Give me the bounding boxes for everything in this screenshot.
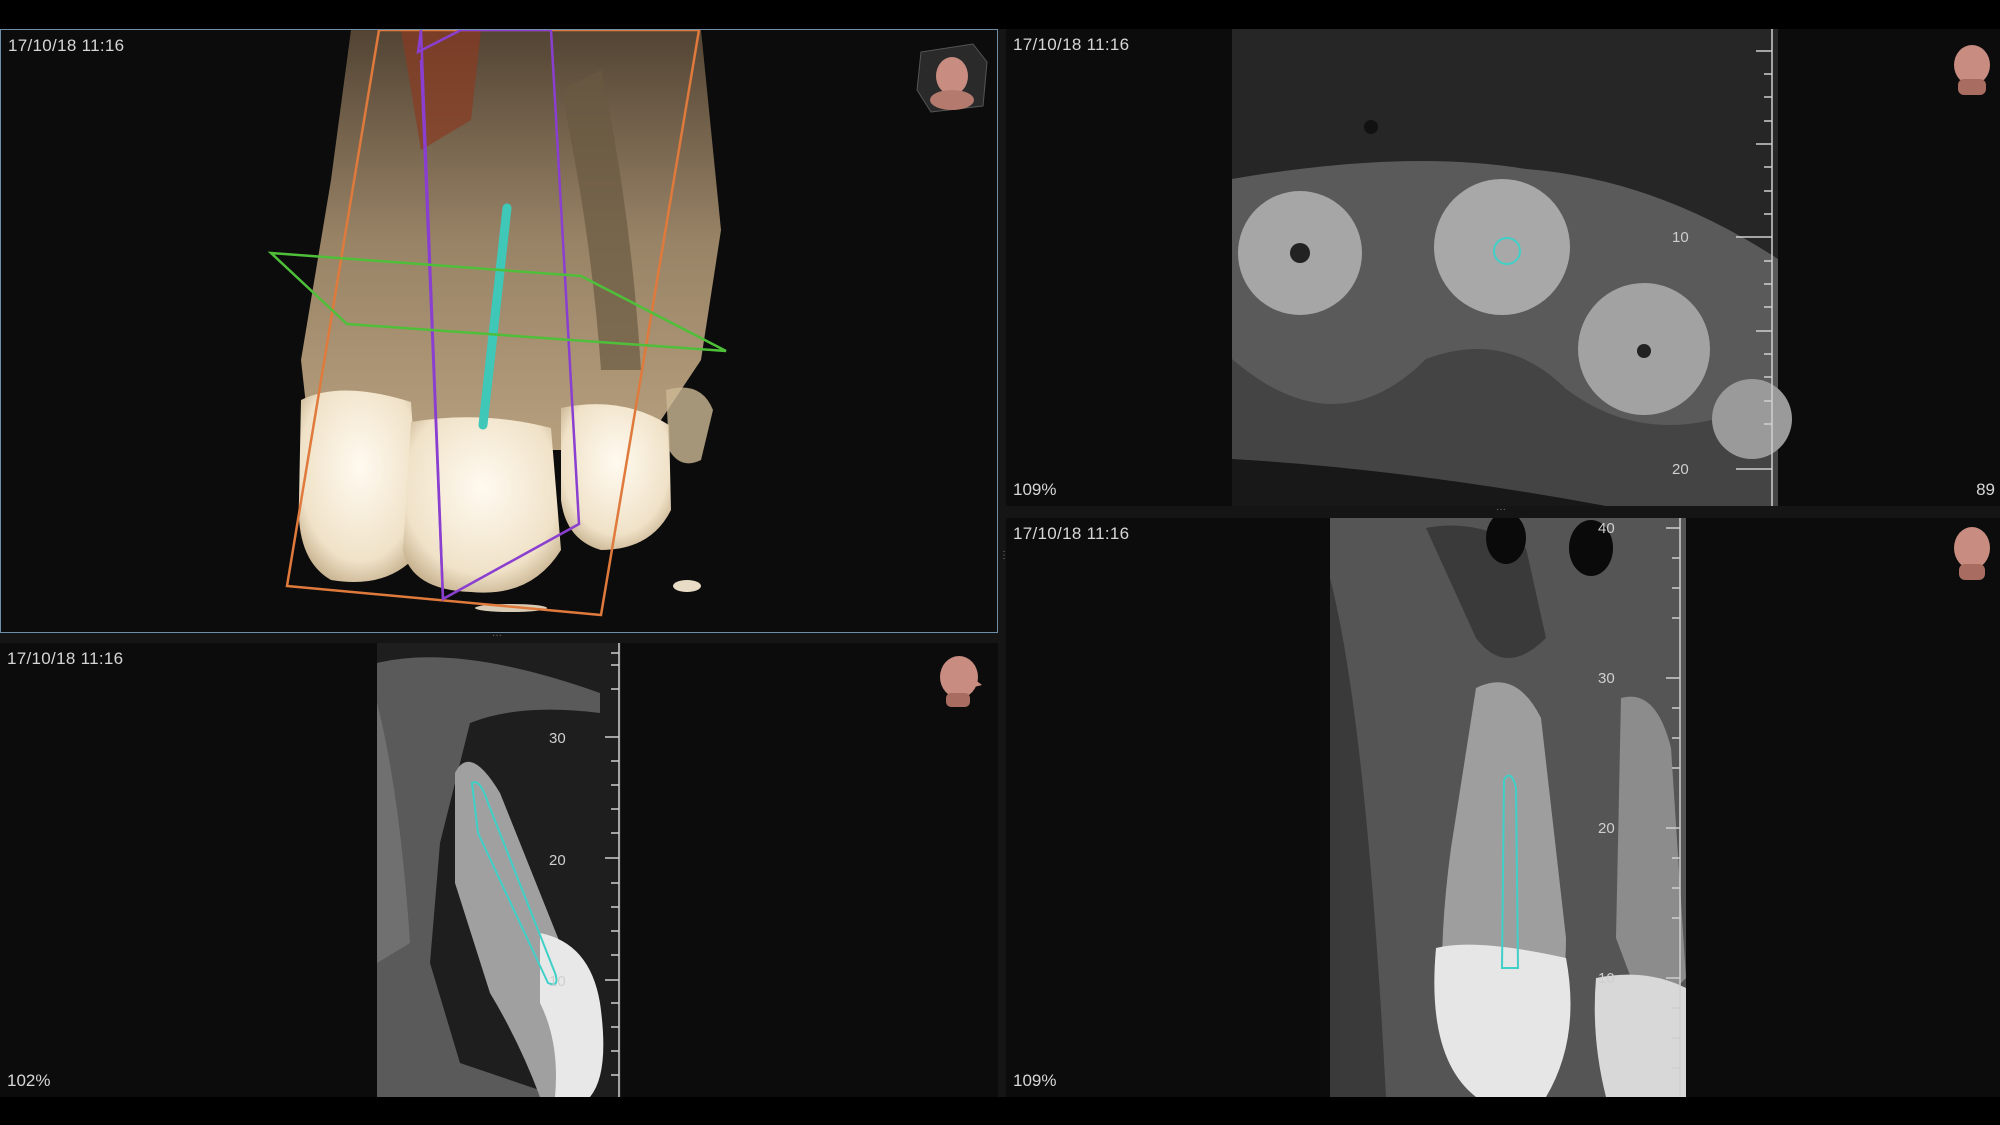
- timestamp: 17/10/18 11:16: [1013, 35, 1130, 54]
- head-side-icon[interactable]: [934, 653, 988, 707]
- viewport-sagittal[interactable]: 30 20 10 17/10/18 11:16 102%: [0, 643, 998, 1097]
- slice-number: 89: [1976, 480, 1995, 499]
- horizontal-splitter-left[interactable]: ···: [0, 630, 998, 643]
- axial-slice-image[interactable]: [1006, 29, 2000, 506]
- horizontal-splitter-right[interactable]: ···: [1006, 504, 2000, 518]
- head-cube-icon[interactable]: [913, 40, 991, 114]
- grip-icon: ···: [492, 630, 502, 641]
- vertical-splitter[interactable]: ⋮: [998, 29, 1009, 1097]
- timestamp: 17/10/18 11:16: [8, 36, 125, 55]
- coronal-slice-image[interactable]: [1006, 518, 2000, 1097]
- timestamp: 17/10/18 11:16: [7, 649, 124, 668]
- grip-icon: ···: [1496, 504, 1506, 515]
- viewport-3d-volume[interactable]: 17/10/18 11:16: [0, 29, 998, 633]
- viewport-axial[interactable]: 10 20 17/10/18 11:16 109% 89: [1006, 29, 2000, 506]
- head-back-icon[interactable]: [1950, 524, 1994, 582]
- zoom-level: 109%: [1013, 480, 1057, 499]
- viewport-coronal[interactable]: 40 30 20 10 17/10/18 11:16 109%: [1006, 518, 2000, 1097]
- sagittal-slice-image[interactable]: [0, 643, 998, 1097]
- zoom-level: 109%: [1013, 1071, 1057, 1090]
- grip-icon: ⋮: [999, 550, 1009, 561]
- zoom-level: 102%: [7, 1071, 51, 1090]
- head-top-icon[interactable]: [1950, 41, 1994, 97]
- 3d-volume-render[interactable]: [1, 30, 998, 633]
- timestamp: 17/10/18 11:16: [1013, 524, 1130, 543]
